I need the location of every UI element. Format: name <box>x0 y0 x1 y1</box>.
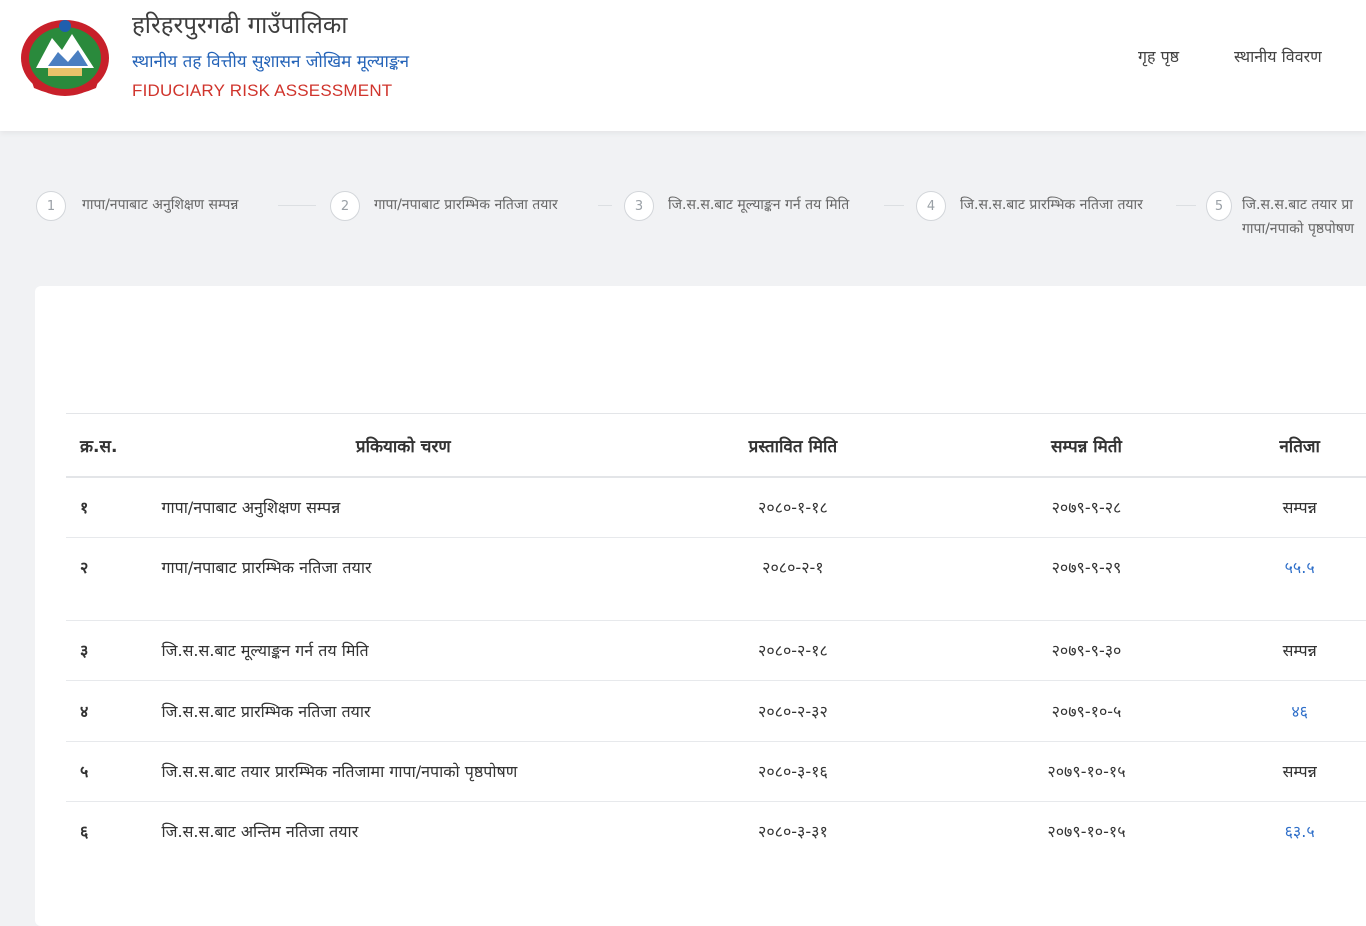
column-header-step: प्रकियाको चरण <box>161 413 647 478</box>
step-5-label-line2: गापा/नपाको पृष्ठपोषण <box>1242 221 1354 237</box>
row-result-score-link[interactable]: ४६ <box>1233 680 1366 742</box>
row-step: गापा/नपाबाट प्रारम्भिक नतिजा तयार <box>161 537 647 621</box>
nav-home-link[interactable]: गृह पृष्ठ <box>1138 45 1179 67</box>
row-completed-date: २०७९-९-२९ <box>939 537 1234 621</box>
step-connector <box>598 205 612 206</box>
row-completed-date: २०७९-९-३० <box>939 620 1234 681</box>
table-row: ६ जि.स.स.बाट अन्तिम नतिजा तयार २०८०-३-३१… <box>66 801 1366 861</box>
table-row: ४ जि.स.स.बाट प्रारम्भिक नतिजा तयार २०८०-… <box>66 680 1366 742</box>
table-header-row: क्र.स. प्रकियाको चरण प्रस्तावित मिति सम्… <box>66 413 1366 478</box>
row-step: जि.स.स.बाट तयार प्रारम्भिक नतिजामा गापा/… <box>161 741 647 802</box>
column-header-proposed-date: प्रस्तावित मिति <box>646 413 940 478</box>
row-proposed-date: २०८०-३-१६ <box>646 741 940 802</box>
row-result: सम्पन्न <box>1233 741 1366 802</box>
row-step: गापा/नपाबाट अनुशिक्षण सम्पन्न <box>161 477 647 538</box>
step-connector <box>1176 205 1196 206</box>
row-result: सम्पन्न <box>1233 620 1366 681</box>
step-5-circle: 5 <box>1206 191 1232 221</box>
row-serial: २ <box>66 537 162 621</box>
nepal-emblem-logo[interactable] <box>18 16 112 98</box>
step-connector <box>278 205 316 206</box>
row-completed-date: २०७९-१०-१५ <box>939 741 1234 802</box>
table-row: १ गापा/नपाबाट अनुशिक्षण सम्पन्न २०८०-१-१… <box>66 477 1366 538</box>
progress-stepper: 1 गापा/नपाबाट अनुशिक्षण सम्पन्न 2 गापा/न… <box>0 180 1366 250</box>
row-proposed-date: २०८०-३-३१ <box>758 822 828 842</box>
step-2-circle: 2 <box>330 191 360 221</box>
table-row: २ गापा/नपाबाट प्रारम्भिक नतिजा तयार २०८०… <box>66 537 1366 621</box>
step-5-label: जि.स.स.बाट तयार प्रा <box>1242 197 1353 213</box>
row-completed-date: २०७९-९-२८ <box>939 477 1234 538</box>
column-header-result: नतिजा <box>1233 413 1366 478</box>
table-row: ५ जि.स.स.बाट तयार प्रारम्भिक नतिजामा गाप… <box>66 741 1366 802</box>
nav-local-details-link[interactable]: स्थानीय विवरण <box>1234 45 1322 67</box>
row-step: जि.स.स.बाट अन्तिम नतिजा तयार <box>161 822 359 842</box>
process-table-container: क्र.स. प्रकियाको चरण प्रस्तावित मिति सम्… <box>66 413 1366 861</box>
column-header-completed-date: सम्पन्न मिती <box>939 413 1234 478</box>
row-proposed-date: २०८०-२-१८ <box>646 620 940 681</box>
municipality-title: हरिहरपुरगढी गाउँपालिका <box>132 11 348 39</box>
row-serial: ६ <box>80 822 89 842</box>
row-result-score-link[interactable]: ६३.५ <box>1233 801 1366 861</box>
row-result: सम्पन्न <box>1233 477 1366 538</box>
row-completed-date: २०७९-१०-५ <box>939 680 1234 742</box>
row-serial: १ <box>66 477 162 538</box>
step-connector <box>884 205 904 206</box>
step-3-label: जि.स.स.बाट मूल्याङ्कन गर्न तय मिति <box>668 197 850 213</box>
step-1-label: गापा/नपाबाट अनुशिक्षण सम्पन्न <box>82 197 239 213</box>
assessment-subtitle: स्थानीय तह वित्तीय सुशासन जोखिम मूल्याङ्… <box>132 52 410 72</box>
assessment-subtitle-english: FIDUCIARY RISK ASSESSMENT <box>132 81 393 100</box>
step-3-circle: 3 <box>624 191 654 221</box>
step-4-label: जि.स.स.बाट प्रारम्भिक नतिजा तयार <box>960 197 1143 213</box>
row-proposed-date: २०८०-१-१८ <box>646 477 940 538</box>
row-serial: ५ <box>66 741 162 802</box>
column-header-serial: क्र.स. <box>66 413 162 478</box>
row-proposed-date: २०८०-२-१ <box>646 537 940 621</box>
step-2-label: गापा/नपाबाट प्रारम्भिक नतिजा तयार <box>374 197 558 213</box>
row-result-score-link[interactable]: ५५.५ <box>1233 537 1366 621</box>
row-step: जि.स.स.बाट प्रारम्भिक नतिजा तयार <box>161 680 647 742</box>
step-1-circle: 1 <box>36 191 66 221</box>
row-serial: ३ <box>66 620 162 681</box>
row-serial: ४ <box>66 680 162 742</box>
step-4-circle: 4 <box>916 191 946 221</box>
row-step: जि.स.स.बाट मूल्याङ्कन गर्न तय मिति <box>161 620 647 681</box>
row-proposed-date: २०८०-२-३२ <box>646 680 940 742</box>
site-header: हरिहरपुरगढी गाउँपालिका स्थानीय तह वित्ती… <box>0 0 1366 131</box>
process-table: क्र.स. प्रकियाको चरण प्रस्तावित मिति सम्… <box>66 413 1366 861</box>
row-completed-date: २०७९-१०-१५ <box>1047 822 1126 842</box>
table-row: ३ जि.स.स.बाट मूल्याङ्कन गर्न तय मिति २०८… <box>66 620 1366 681</box>
